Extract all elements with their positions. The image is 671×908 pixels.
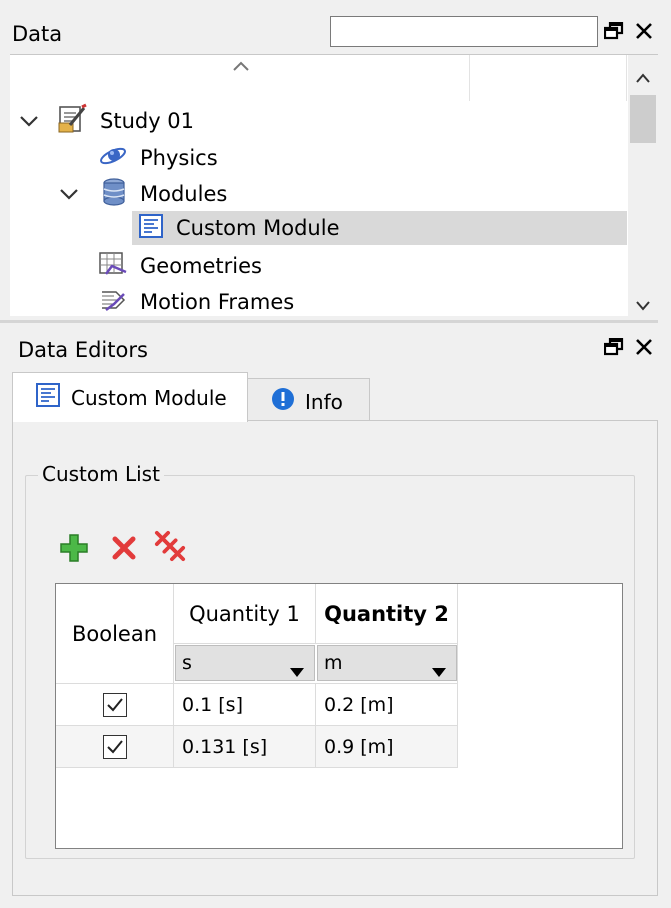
column-header-label: Quantity 1 — [189, 601, 300, 626]
tree-item-modules[interactable]: Modules — [58, 177, 227, 211]
add-icon — [60, 534, 88, 562]
tree-item-label: Custom Module — [176, 216, 340, 240]
tree-item-motion-frames[interactable]: Motion Frames — [98, 285, 294, 316]
table-row-2-boolean[interactable] — [56, 726, 174, 768]
cell-value: 0.131 [s] — [182, 735, 268, 758]
chevron-down-icon[interactable] — [58, 182, 80, 206]
tree-item-label: Study 01 — [100, 109, 195, 133]
tree-item-study[interactable]: Study 01 — [18, 103, 195, 140]
dropdown-arrow-icon — [432, 660, 446, 682]
close-panel-icon[interactable] — [632, 19, 656, 43]
tree-column-divider — [626, 55, 627, 101]
column-header-label: Quantity 2 — [324, 601, 449, 626]
tree-item-physics[interactable]: Physics — [98, 141, 218, 175]
add-button[interactable] — [58, 532, 90, 564]
unit-select-quantity2[interactable]: m — [317, 645, 457, 681]
column-header-boolean[interactable]: Boolean — [56, 584, 174, 684]
chevron-down-icon[interactable] — [18, 109, 40, 133]
float-panel-icon[interactable] — [602, 335, 626, 359]
dropdown-arrow-icon — [290, 660, 304, 682]
table-row-1-boolean[interactable] — [56, 684, 174, 726]
study-icon — [56, 103, 88, 140]
editors-panel-title: Data Editors — [18, 338, 148, 362]
unit-select-quantity1[interactable]: s — [175, 645, 315, 681]
scroll-thumb[interactable] — [630, 95, 656, 143]
column-header-quantity2[interactable]: Quantity 2 — [316, 584, 458, 644]
tab-label: Custom Module — [71, 385, 227, 410]
modules-icon — [100, 177, 128, 212]
custom-list-table[interactable]: Boolean Quantity 1 Quantity 2 s m 0.1 [s… — [55, 583, 623, 849]
tree-column-divider — [469, 55, 470, 101]
tree-scrollbar[interactable] — [628, 55, 658, 316]
tab-custom-module[interactable]: Custom Module — [12, 372, 248, 422]
row-checkbox[interactable] — [102, 692, 127, 717]
tree-item-label: Modules — [140, 182, 228, 206]
cell-value: 0.9 [m] — [324, 735, 394, 758]
sort-up-icon[interactable] — [232, 55, 250, 77]
tab-label: Info — [305, 389, 343, 414]
tab-info[interactable]: Info — [246, 378, 370, 424]
tree-item-label: Motion Frames — [140, 290, 295, 314]
data-panel-title: Data — [12, 22, 63, 46]
module-doc-icon — [138, 213, 164, 244]
table-row-1-q1[interactable]: 0.1 [s] — [174, 684, 316, 726]
remove-icon — [112, 536, 136, 560]
panel-divider[interactable] — [0, 320, 658, 323]
unit-value: s — [182, 652, 192, 674]
float-panel-icon[interactable] — [602, 19, 626, 43]
tree-item-label: Geometries — [140, 254, 262, 278]
tree-item-custom-module[interactable]: Custom Module — [132, 211, 627, 245]
geometries-icon — [98, 250, 128, 283]
remove-button[interactable] — [108, 532, 140, 564]
physics-icon — [98, 143, 128, 174]
table-row-2-q2[interactable]: 0.9 [m] — [316, 726, 458, 768]
scroll-down-icon[interactable] — [635, 293, 651, 316]
tree-item-geometries[interactable]: Geometries — [98, 249, 262, 283]
column-header-label: Boolean — [71, 621, 158, 646]
row-checkbox[interactable] — [102, 734, 127, 759]
table-row-1-q2[interactable]: 0.2 [m] — [316, 684, 458, 726]
close-panel-icon[interactable] — [632, 335, 656, 359]
module-doc-icon — [35, 382, 61, 413]
group-title: Custom List — [38, 462, 164, 486]
cell-value: 0.2 [m] — [324, 693, 394, 716]
unit-value: m — [324, 652, 343, 674]
editors-panel-header: Data Editors — [0, 328, 658, 370]
editor-tabs: Custom Module Info — [10, 372, 658, 424]
motion-frames-icon — [98, 286, 128, 317]
data-search-input[interactable] — [330, 16, 598, 47]
remove-all-button[interactable] — [154, 530, 186, 562]
info-icon — [271, 387, 295, 416]
editor-content: Custom List Boolean Quantity 1 Quantity … — [12, 420, 658, 896]
data-tree: Study 01 Physics Modules Custom Module G… — [10, 54, 658, 316]
cell-value: 0.1 [s] — [182, 693, 243, 716]
remove-all-icon — [154, 530, 186, 562]
column-header-quantity1[interactable]: Quantity 1 — [174, 584, 316, 644]
table-row-2-q1[interactable]: 0.131 [s] — [174, 726, 316, 768]
tree-item-label: Physics — [140, 146, 218, 170]
scroll-up-icon[interactable] — [635, 65, 651, 89]
